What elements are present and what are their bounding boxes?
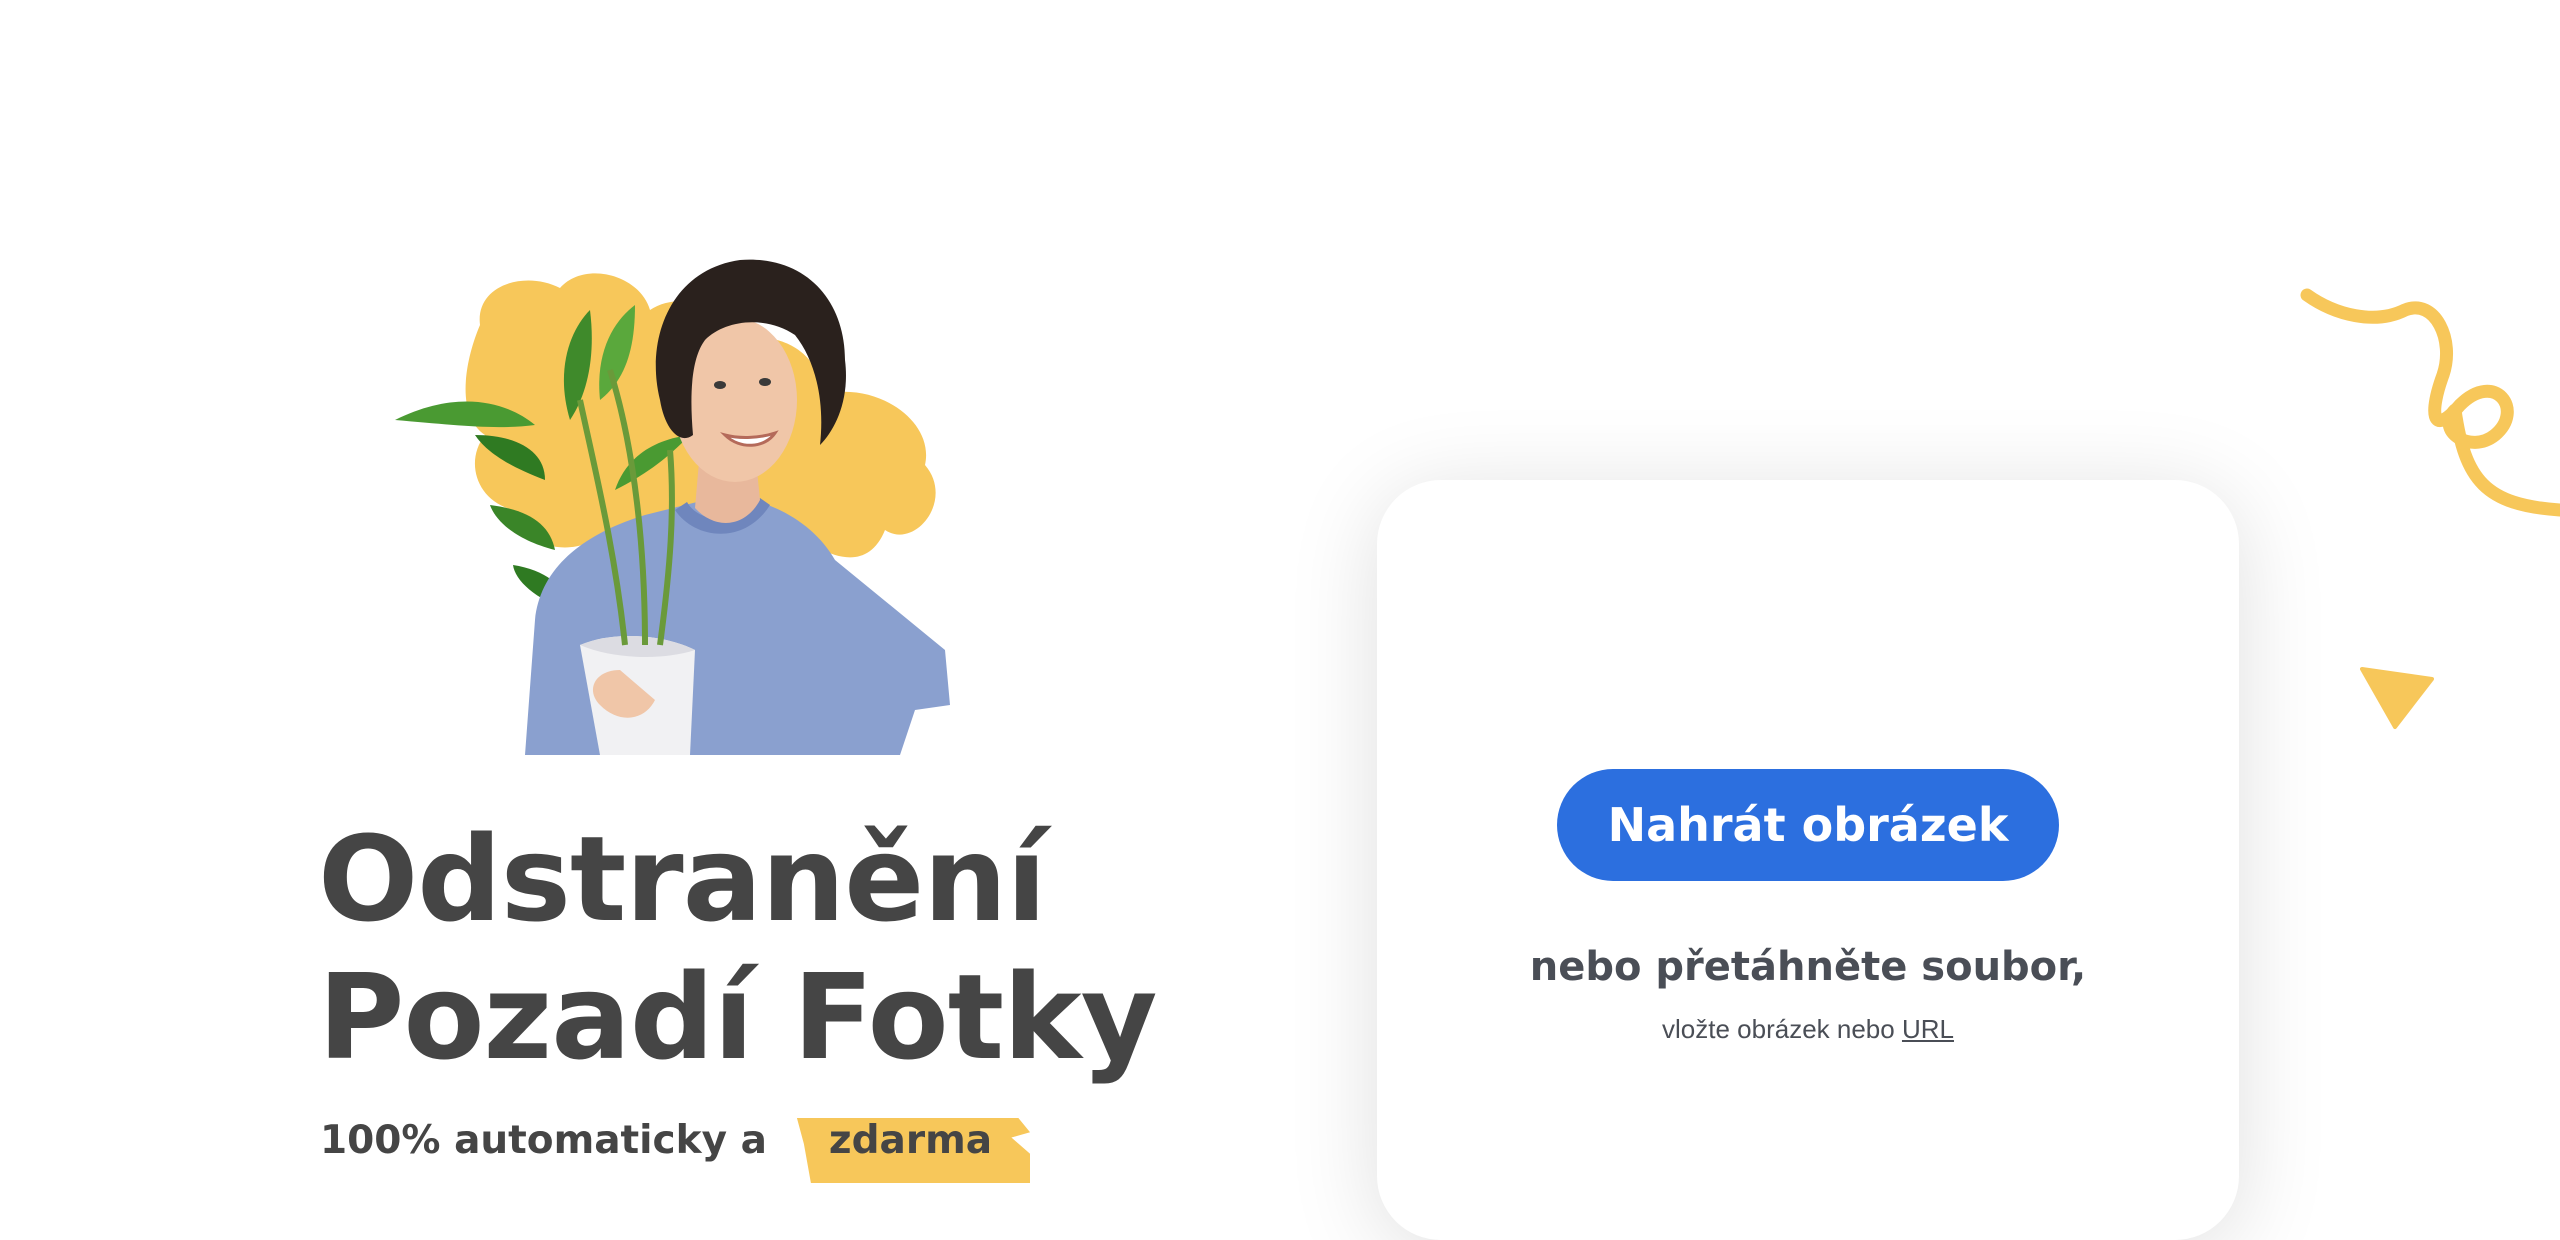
hero-illustration bbox=[395, 259, 950, 755]
paste-url-text: vložte obrázek nebo URL bbox=[1377, 1014, 2239, 1045]
squiggle-decoration-icon bbox=[2300, 288, 2560, 517]
page-title: Odstranění Pozadí Fotky bbox=[318, 810, 1158, 1086]
paste-text: vložte obrázek nebo bbox=[1662, 1014, 1895, 1044]
upload-image-button[interactable]: Nahrát obrázek bbox=[1557, 769, 2059, 881]
subtitle-highlight: zdarma bbox=[797, 1118, 1024, 1163]
url-link[interactable]: URL bbox=[1902, 1014, 1954, 1044]
upload-card[interactable]: Nahrát obrázek nebo přetáhněte soubor, v… bbox=[1377, 480, 2239, 1240]
drop-file-text: nebo přetáhněte soubor, bbox=[1529, 944, 2087, 990]
page-title-line1: Odstranění bbox=[318, 810, 1047, 948]
triangle-decoration-icon bbox=[2360, 667, 2434, 729]
page-title-line2: Pozadí Fotky bbox=[318, 948, 1158, 1086]
hero-subtitle: 100% automaticky a zdarma bbox=[320, 1118, 1024, 1163]
subtitle-text: 100% automaticky a bbox=[320, 1118, 767, 1163]
